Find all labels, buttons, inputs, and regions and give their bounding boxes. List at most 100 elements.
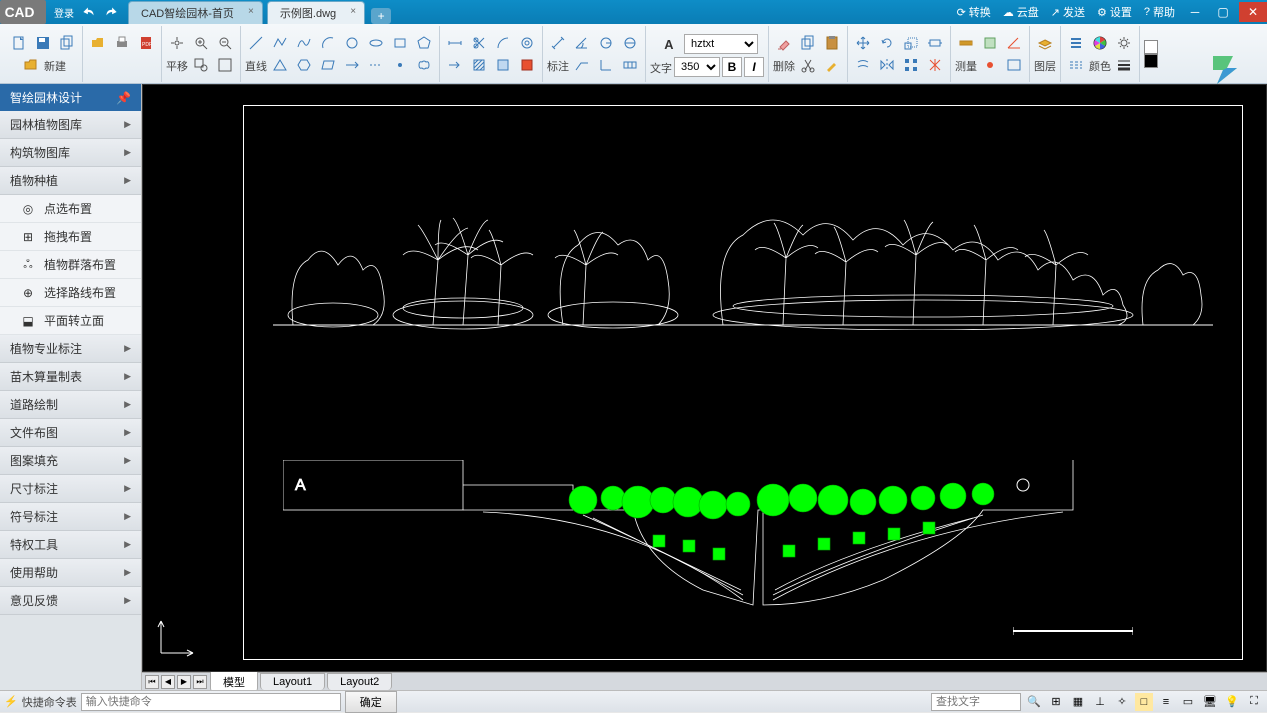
trim-icon[interactable] <box>468 32 490 54</box>
undo-icon[interactable] <box>80 3 98 21</box>
sidebar-sub-group-place[interactable]: ஃ植物群落布置 <box>0 251 141 279</box>
measure-list-icon[interactable] <box>1003 54 1025 76</box>
scale-icon[interactable] <box>900 32 922 54</box>
dyn-input-icon[interactable]: ▭ <box>1179 693 1197 711</box>
dim-radius-icon[interactable] <box>595 32 617 54</box>
settings-button[interactable]: ⚙设置 <box>1091 4 1138 20</box>
minimize-button[interactable]: ─ <box>1181 2 1209 22</box>
polyline-icon[interactable] <box>269 32 291 54</box>
expand-icon[interactable]: ⛶ <box>1245 693 1263 711</box>
arrow-icon[interactable] <box>444 54 466 76</box>
dim-linear-icon[interactable] <box>444 32 466 54</box>
sidebar-item-pattern-fill[interactable]: 图案填充▶ <box>0 447 141 475</box>
sidebar-item-file-layout[interactable]: 文件布图▶ <box>0 419 141 447</box>
sidebar-item-planting[interactable]: 植物种植▶ <box>0 167 141 195</box>
stretch-icon[interactable] <box>924 32 946 54</box>
new-file-icon[interactable] <box>8 32 30 54</box>
list-icon[interactable] <box>1065 32 1087 54</box>
app-logo[interactable]: CAD <box>0 0 46 24</box>
dim-angular-icon[interactable] <box>571 32 593 54</box>
measure-angle-icon[interactable] <box>1003 32 1025 54</box>
monitor-icon[interactable]: 🖥 <box>1201 693 1219 711</box>
open-icon[interactable] <box>20 54 42 76</box>
tab-home[interactable]: CAD智绘园林-首页× <box>128 1 263 24</box>
command-input[interactable] <box>81 693 341 711</box>
bulb-icon[interactable]: 💡 <box>1223 693 1241 711</box>
dim-diameter-icon[interactable] <box>619 32 641 54</box>
color-white-swatch[interactable] <box>1144 40 1158 54</box>
snap-icon[interactable]: ⊞ <box>1047 693 1065 711</box>
move-icon[interactable] <box>852 32 874 54</box>
save-icon[interactable] <box>32 32 54 54</box>
ray-icon[interactable] <box>341 54 363 76</box>
linetype-icon[interactable] <box>1065 54 1087 76</box>
font-select[interactable]: hztxt <box>684 34 758 54</box>
grid-icon[interactable]: ▦ <box>1069 693 1087 711</box>
maximize-button[interactable]: ▢ <box>1209 2 1237 22</box>
pan-tool-icon[interactable] <box>166 32 188 54</box>
zoom-fit-icon[interactable] <box>214 54 236 76</box>
zoom-window-icon[interactable] <box>190 54 212 76</box>
sidebar-item-structure-library[interactable]: 构筑物图库▶ <box>0 139 141 167</box>
sidebar-header[interactable]: 智绘园林设计📌 <box>0 84 141 111</box>
ordinate-icon[interactable] <box>595 54 617 76</box>
measure-dist-icon[interactable] <box>955 32 977 54</box>
bold-button[interactable]: B <box>722 57 742 77</box>
line-icon[interactable] <box>245 32 267 54</box>
login-button[interactable]: 登录 <box>50 5 78 20</box>
settings-icon[interactable] <box>1113 32 1135 54</box>
cut-icon[interactable] <box>797 54 819 76</box>
layout-first-button[interactable]: ⏮ <box>145 675 159 689</box>
polygon-icon[interactable] <box>413 32 435 54</box>
spline-icon[interactable] <box>293 32 315 54</box>
polar-icon[interactable]: ✧ <box>1113 693 1131 711</box>
sidebar-item-feedback[interactable]: 意见反馈▶ <box>0 587 141 615</box>
arc-icon[interactable] <box>317 32 339 54</box>
osnap-icon[interactable]: □ <box>1135 693 1153 711</box>
color-wheel-icon[interactable] <box>1089 32 1111 54</box>
copy-icon[interactable] <box>797 32 819 54</box>
lineweight-icon[interactable] <box>1113 54 1135 76</box>
parallelogram-icon[interactable] <box>317 54 339 76</box>
text-icon[interactable]: A <box>656 31 682 57</box>
redo-icon[interactable] <box>102 3 120 21</box>
paste-icon[interactable] <box>821 32 843 54</box>
tolerance-icon[interactable] <box>619 54 641 76</box>
mirror-icon[interactable] <box>876 54 898 76</box>
arc-dim-icon[interactable] <box>492 32 514 54</box>
sidebar-sub-path-place[interactable]: ⊕选择路线布置 <box>0 279 141 307</box>
find-text-input[interactable] <box>931 693 1021 711</box>
close-icon[interactable]: × <box>350 6 356 17</box>
drawing-canvas[interactable]: A <box>142 84 1267 672</box>
layout-prev-button[interactable]: ◀ <box>161 675 175 689</box>
hatch-icon[interactable] <box>468 54 490 76</box>
sidebar-item-plant-annotation[interactable]: 植物专业标注▶ <box>0 335 141 363</box>
layer-manager-icon[interactable] <box>1034 34 1056 56</box>
hexagon-icon[interactable] <box>293 54 315 76</box>
xline-icon[interactable] <box>365 54 387 76</box>
ring-icon[interactable] <box>516 32 538 54</box>
measure-area-icon[interactable] <box>979 32 1001 54</box>
array-icon[interactable] <box>900 54 922 76</box>
sidebar-sub-point-place[interactable]: ◎点选布置 <box>0 195 141 223</box>
measure-coord-icon[interactable] <box>979 54 1001 76</box>
zoom-in-icon[interactable] <box>190 32 212 54</box>
block-icon[interactable] <box>516 54 538 76</box>
region-icon[interactable] <box>492 54 514 76</box>
tab-document[interactable]: 示例图.dwg× <box>267 1 365 24</box>
sidebar-item-plant-library[interactable]: 园林植物图库▶ <box>0 111 141 139</box>
confirm-button[interactable]: 确定 <box>345 691 397 713</box>
sidebar-item-seedling-table[interactable]: 苗木算量制表▶ <box>0 363 141 391</box>
rect-icon[interactable] <box>389 32 411 54</box>
search-icon[interactable]: 🔍 <box>1025 693 1043 711</box>
open-folder-icon[interactable] <box>87 32 109 54</box>
dim-aligned-icon[interactable] <box>547 32 569 54</box>
ellipse-icon[interactable] <box>365 32 387 54</box>
circle-icon[interactable] <box>341 32 363 54</box>
command-label[interactable]: ⚡快捷命令表 <box>4 694 77 710</box>
italic-button[interactable]: I <box>744 57 764 77</box>
help-button[interactable]: ?帮助 <box>1138 4 1181 20</box>
cloud-button[interactable]: ☁云盘 <box>997 4 1045 20</box>
convert-button[interactable]: ⟳转换 <box>951 4 997 20</box>
pin-icon[interactable]: 📌 <box>116 91 131 105</box>
